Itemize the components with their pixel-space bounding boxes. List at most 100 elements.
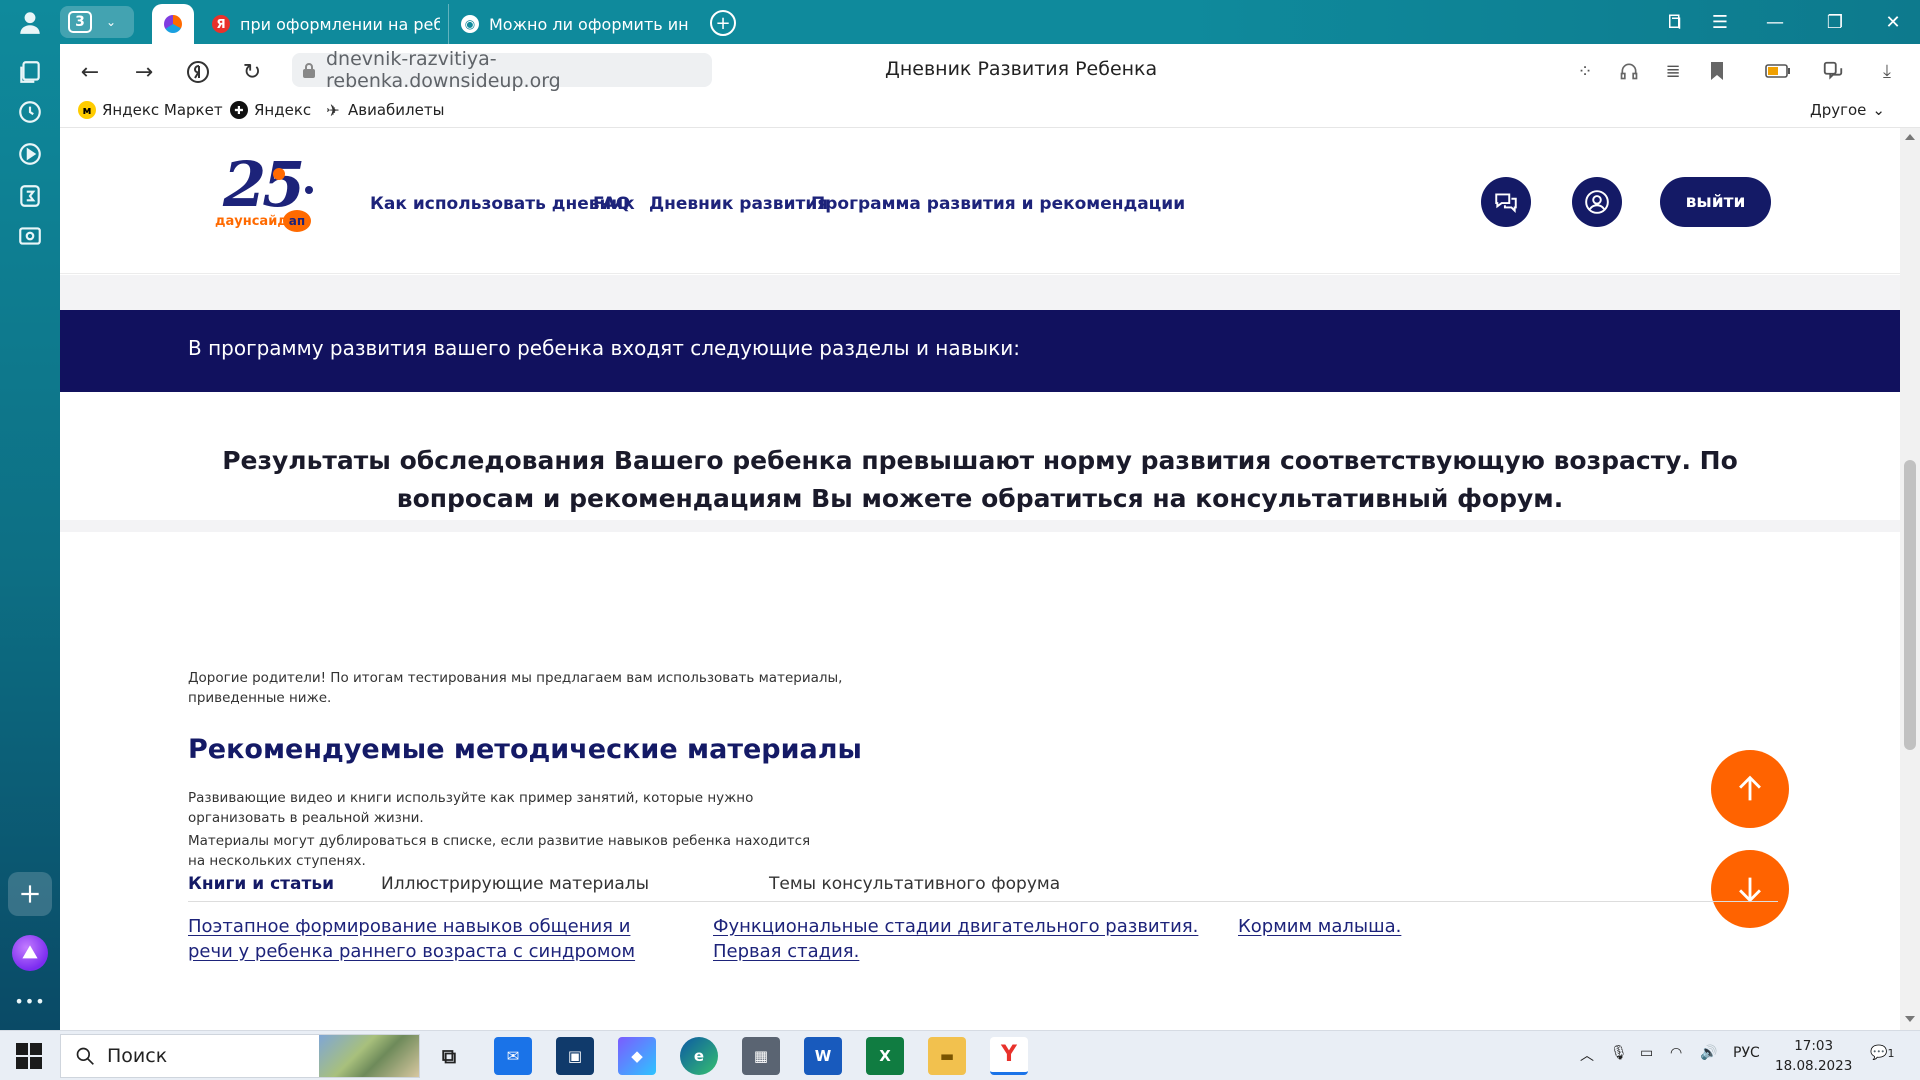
reader-mode-icon[interactable]: ≣ bbox=[1660, 58, 1686, 84]
page-title: Дневник Развития Ребенка bbox=[885, 58, 1158, 80]
clock-date: 18.08.2023 bbox=[1775, 1058, 1853, 1074]
word-icon[interactable]: W bbox=[804, 1037, 842, 1075]
alice-assistant-icon[interactable] bbox=[12, 935, 48, 971]
arrow-up-icon bbox=[1739, 775, 1761, 801]
more-icon[interactable]: ••• bbox=[14, 985, 46, 1017]
intro-line: приведенные ниже. bbox=[188, 690, 332, 706]
banner-text: В программу развития вашего ребенка вход… bbox=[188, 336, 1021, 360]
reload-icon[interactable]: ↻ bbox=[236, 56, 268, 88]
bookmark-yandex-market[interactable]: м Яндекс Маркет bbox=[78, 101, 223, 119]
materials-tabs: Книги и статьи Иллюстрирующие материалы … bbox=[188, 870, 1778, 902]
video-icon[interactable] bbox=[14, 138, 46, 170]
clock[interactable]: 17:03 18.08.2023 bbox=[1775, 1036, 1852, 1076]
screenshot-icon[interactable] bbox=[14, 220, 46, 252]
tab-bar: 3 ⌄ Я при оформлении на ребё ◉ Можно ли … bbox=[60, 0, 1920, 44]
task-view-icon[interactable]: ⧉ bbox=[430, 1037, 468, 1075]
scroll-up-button[interactable] bbox=[1711, 750, 1789, 828]
windows-start-icon[interactable] bbox=[16, 1043, 42, 1069]
bookmark-icon[interactable] bbox=[1704, 58, 1730, 84]
forum-chat-button[interactable] bbox=[1481, 177, 1531, 227]
taskbar-search[interactable]: Поиск bbox=[60, 1034, 420, 1078]
wifi-icon[interactable]: ◠ bbox=[1670, 1045, 1682, 1061]
url-field[interactable]: dnevnik-razvitiya-rebenka.downsideup.org bbox=[292, 48, 712, 92]
calculator-icon[interactable]: ▦ bbox=[742, 1037, 780, 1075]
intro-text: Дорогие родители! По итогам тестирования… bbox=[188, 668, 842, 708]
profile-button[interactable] bbox=[1572, 177, 1622, 227]
program-banner: В программу развития вашего ребенка вход… bbox=[60, 310, 1900, 392]
material-link[interactable]: Кормим малыша. bbox=[1238, 914, 1401, 939]
add-panel-icon[interactable] bbox=[8, 872, 52, 916]
profile-icon[interactable] bbox=[12, 4, 48, 40]
battery-saver-icon[interactable] bbox=[1765, 58, 1791, 84]
scroll-up-arrow-icon[interactable] bbox=[1905, 134, 1915, 140]
section-heading: Рекомендуемые методические материалы bbox=[188, 734, 862, 765]
tab-yandex-search[interactable]: Я при оформлении на ребё bbox=[200, 4, 440, 44]
tab-illustrations[interactable]: Иллюстрирующие материалы bbox=[381, 874, 649, 894]
tab-title: при оформлении на ребё bbox=[240, 14, 440, 34]
logo-dot bbox=[273, 168, 285, 180]
scroll-down-arrow-icon[interactable] bbox=[1905, 1016, 1915, 1022]
forward-icon[interactable]: → bbox=[128, 56, 160, 88]
bookmarks-panel-icon[interactable] bbox=[1660, 8, 1690, 36]
search-icon bbox=[76, 1047, 94, 1065]
back-icon[interactable]: ← bbox=[74, 56, 106, 88]
mail-icon[interactable]: ✉ bbox=[494, 1037, 532, 1075]
yandex-browser-icon[interactable]: Y bbox=[990, 1037, 1028, 1075]
material-link[interactable]: Поэтапное формирование навыков общения и… bbox=[188, 914, 635, 964]
extensions-icon[interactable]: ⁘ bbox=[1572, 58, 1598, 84]
site-logo[interactable]: 25 даунсайд ап bbox=[213, 148, 323, 240]
minimize-icon[interactable]: — bbox=[1760, 8, 1790, 36]
material-link[interactable]: Функциональные стадии двигательного разв… bbox=[713, 914, 1198, 964]
nav-program[interactable]: Программа развития и рекомендации bbox=[811, 194, 1185, 214]
bookmark-label: Другое bbox=[1810, 101, 1867, 119]
tab-books[interactable]: Книги и статьи bbox=[188, 874, 334, 894]
bookmark-avia[interactable]: ✈ Авиабилеты bbox=[324, 101, 444, 120]
collections-icon[interactable] bbox=[14, 56, 46, 88]
tray-chevron-up-icon[interactable]: ︿ bbox=[1580, 1045, 1594, 1065]
history-icon[interactable] bbox=[14, 96, 46, 128]
restore-icon[interactable]: ❐ bbox=[1820, 8, 1850, 36]
download-icon[interactable]: ⤓ bbox=[1874, 58, 1900, 84]
windows-taskbar: Поиск ⧉ ✉ ▣ ◆ e ▦ W X ▬ Y ︿ 🎙 ▭ ◠ 🔊 РУС … bbox=[0, 1030, 1920, 1080]
result-text: Результаты обследования Вашего ребенка п… bbox=[222, 446, 1738, 513]
notifications-icon[interactable]: 💬1 bbox=[1870, 1045, 1894, 1061]
page-scrollbar[interactable] bbox=[1900, 128, 1920, 1030]
language-indicator[interactable]: РУС bbox=[1733, 1045, 1760, 1061]
yandex-market-icon: м bbox=[78, 101, 96, 119]
nav-faq[interactable]: FAQ bbox=[593, 194, 630, 214]
new-tab-icon[interactable]: + bbox=[710, 10, 736, 36]
volume-icon[interactable]: 🔊 bbox=[1700, 1045, 1717, 1061]
tab-active[interactable] bbox=[152, 4, 194, 44]
logout-button[interactable]: выйти bbox=[1660, 177, 1771, 227]
microphone-icon[interactable]: 🎙 bbox=[1610, 1045, 1628, 1061]
tab-title: Можно ли оформить инв bbox=[489, 14, 688, 34]
url-text: dnevnik-razvitiya-rebenka.downsideup.org bbox=[326, 48, 561, 92]
tab-counter-button[interactable]: 3 ⌄ bbox=[60, 6, 134, 38]
file-explorer-icon[interactable]: ▬ bbox=[928, 1037, 966, 1075]
nav-diary[interactable]: Дневник развития bbox=[649, 194, 828, 214]
rec-note: Материалы могут дублироваться в списке, … bbox=[188, 831, 810, 871]
material-link-line: Функциональные стадии двигательного разв… bbox=[713, 916, 1199, 937]
scrollbar-thumb[interactable] bbox=[1904, 460, 1916, 750]
menu-icon[interactable]: ☰ bbox=[1705, 8, 1735, 36]
translate-icon[interactable] bbox=[1820, 58, 1846, 84]
excel-icon[interactable]: X bbox=[866, 1037, 904, 1075]
edge-icon[interactable]: e bbox=[680, 1037, 718, 1075]
store-app-icon[interactable]: ▣ bbox=[556, 1037, 594, 1075]
tab-forum-topics[interactable]: Темы консультативного форума bbox=[769, 874, 1060, 894]
rec-description-line: организовать в реальной жизни. bbox=[188, 810, 424, 826]
zen-icon[interactable] bbox=[14, 180, 46, 212]
material-link-line: речи у ребенка раннего возраста с синдро… bbox=[188, 941, 636, 962]
close-icon[interactable]: ✕ bbox=[1878, 8, 1908, 36]
headphones-icon[interactable] bbox=[1616, 58, 1642, 84]
battery-icon[interactable]: ▭ bbox=[1640, 1045, 1653, 1061]
chevron-down-icon: ⌄ bbox=[1872, 101, 1885, 119]
rec-description: Развивающие видео и книги используйте ка… bbox=[188, 788, 753, 828]
bookmarks-other[interactable]: Другое ⌄ bbox=[1810, 101, 1885, 119]
material-link-line: Первая стадия. bbox=[713, 941, 860, 962]
bookmark-yandex[interactable]: ✚ Яндекс bbox=[230, 101, 311, 119]
bookmark-label: Яндекс Маркет bbox=[102, 101, 223, 119]
tab-article[interactable]: ◉ Можно ли оформить инв bbox=[448, 4, 688, 44]
yandex-home-icon[interactable] bbox=[182, 56, 214, 88]
copilot-icon[interactable]: ◆ bbox=[618, 1037, 656, 1075]
